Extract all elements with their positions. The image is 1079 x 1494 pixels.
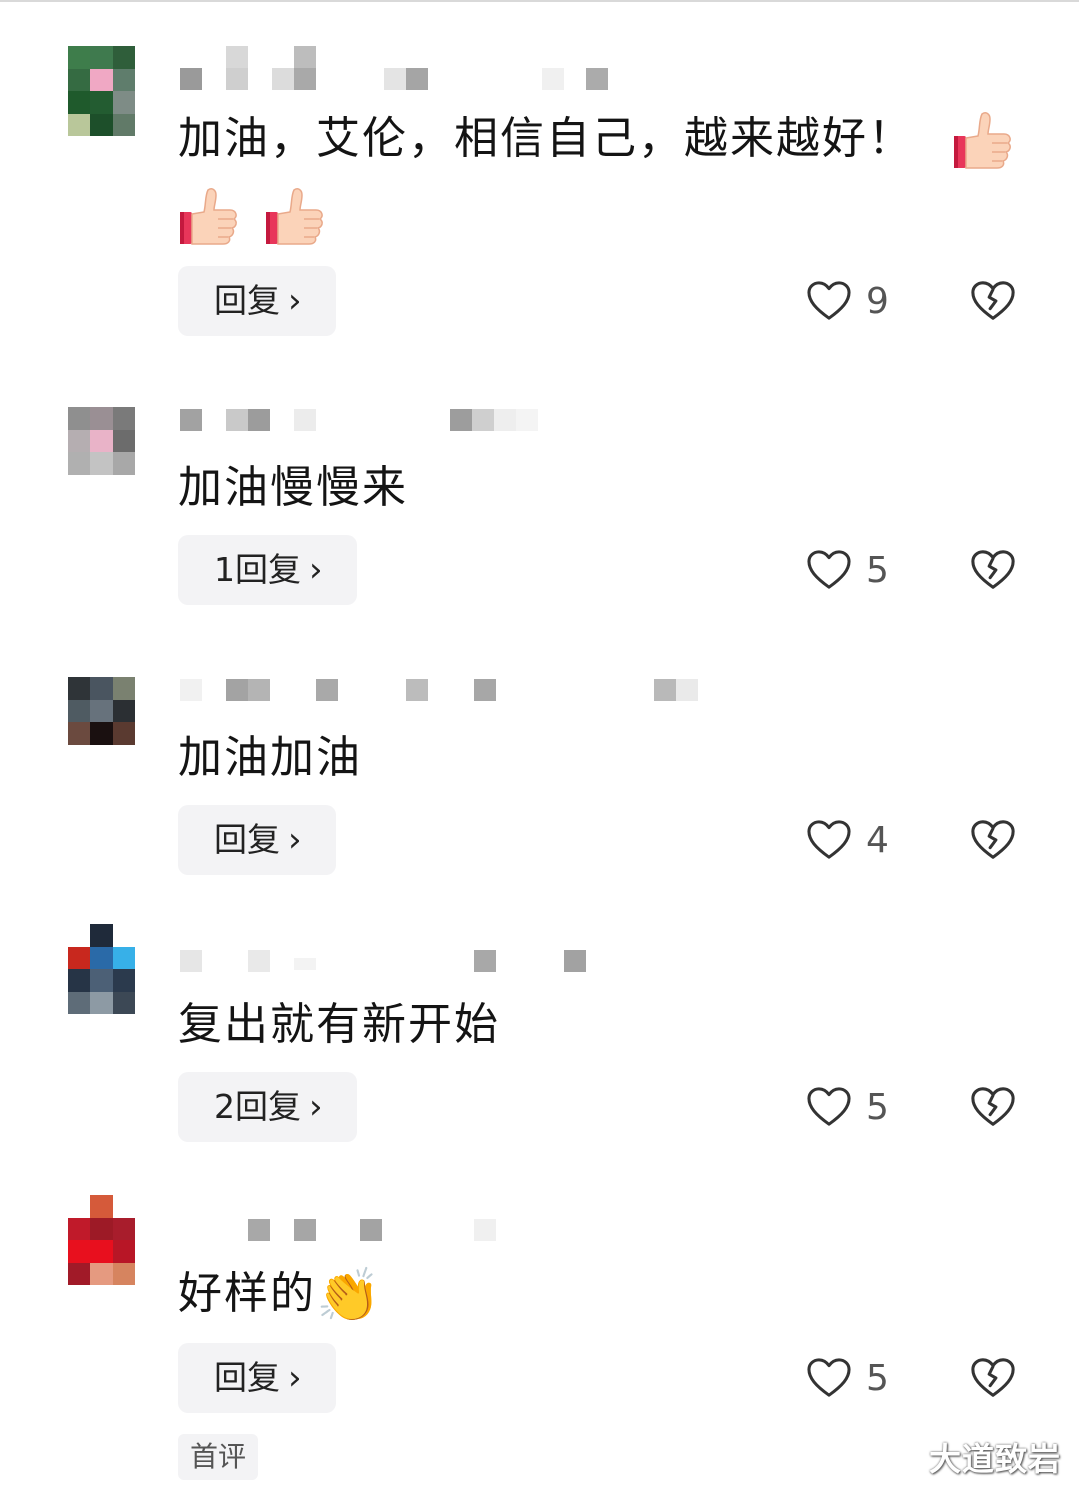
like-count: 5 — [866, 1086, 889, 1128]
clapping-hands-emoji: 👏 — [316, 1266, 383, 1326]
first-comment-badge: 首评 — [178, 1434, 259, 1480]
heart-outline-icon — [806, 1086, 852, 1128]
like-button[interactable]: 5 — [806, 545, 889, 595]
reply-button[interactable]: 回复 › — [178, 805, 336, 875]
like-button[interactable]: 5 — [806, 1082, 889, 1132]
username[interactable] — [180, 407, 740, 451]
broken-heart-icon[interactable] — [970, 1356, 1016, 1400]
username[interactable] — [180, 1195, 740, 1241]
reply-label: 回复 — [214, 1358, 280, 1397]
username[interactable] — [180, 46, 740, 90]
username[interactable] — [180, 677, 740, 721]
chevron-right-icon: › — [288, 1358, 302, 1398]
avatar[interactable] — [68, 407, 135, 475]
like-button[interactable]: 9 — [806, 276, 889, 326]
broken-heart-icon[interactable] — [970, 818, 1016, 862]
comment-text: 好样的👏 — [178, 1257, 383, 1333]
like-count: 5 — [866, 549, 889, 591]
thumbs-up-emoji — [178, 186, 238, 248]
reply-button[interactable]: 回复 › — [178, 266, 336, 336]
chevron-right-icon: › — [309, 1087, 323, 1127]
thumbs-up-emoji — [952, 110, 1012, 172]
avatar[interactable] — [68, 677, 135, 745]
reply-label: 回复 — [214, 281, 280, 320]
comment-text: 加油，艾伦，相信自己，越来越好！ — [178, 102, 1012, 176]
broken-heart-icon[interactable] — [970, 1085, 1016, 1129]
heart-outline-icon — [806, 1357, 852, 1399]
avatar[interactable] — [68, 924, 135, 1014]
broken-heart-icon[interactable] — [970, 548, 1016, 592]
heart-outline-icon — [806, 549, 852, 591]
like-button[interactable]: 5 — [806, 1353, 889, 1403]
chevron-right-icon: › — [288, 820, 302, 860]
chevron-right-icon: › — [288, 281, 302, 321]
reply-button[interactable]: 回复 › — [178, 1343, 336, 1413]
watermark: 大道致岩 — [928, 1440, 1061, 1478]
like-count: 4 — [866, 819, 889, 861]
like-count: 5 — [866, 1357, 889, 1399]
comment-text-content: 加油，艾伦，相信自己，越来越好！ — [178, 113, 914, 164]
comment-text-line2 — [178, 178, 324, 252]
thumbs-up-emoji — [264, 186, 324, 248]
comment-text-content: 好样的 — [178, 1268, 316, 1319]
reply-button[interactable]: 1回复 › — [178, 535, 357, 605]
avatar[interactable] — [68, 1195, 135, 1285]
reply-label: 2回复 — [214, 1087, 301, 1126]
comment-text: 加油慢慢来 — [178, 462, 408, 513]
reply-label: 1回复 — [214, 550, 301, 589]
like-button[interactable]: 4 — [806, 815, 889, 865]
username[interactable] — [180, 924, 740, 972]
reply-button[interactable]: 2回复 › — [178, 1072, 357, 1142]
heart-outline-icon — [806, 280, 852, 322]
like-count: 9 — [866, 280, 889, 322]
avatar[interactable] — [68, 46, 135, 136]
chevron-right-icon: › — [309, 550, 323, 590]
comment-text: 复出就有新开始 — [178, 999, 500, 1050]
heart-outline-icon — [806, 819, 852, 861]
broken-heart-icon[interactable] — [970, 279, 1016, 323]
reply-label: 回复 — [214, 820, 280, 859]
comment-text: 加油加油 — [178, 732, 362, 783]
